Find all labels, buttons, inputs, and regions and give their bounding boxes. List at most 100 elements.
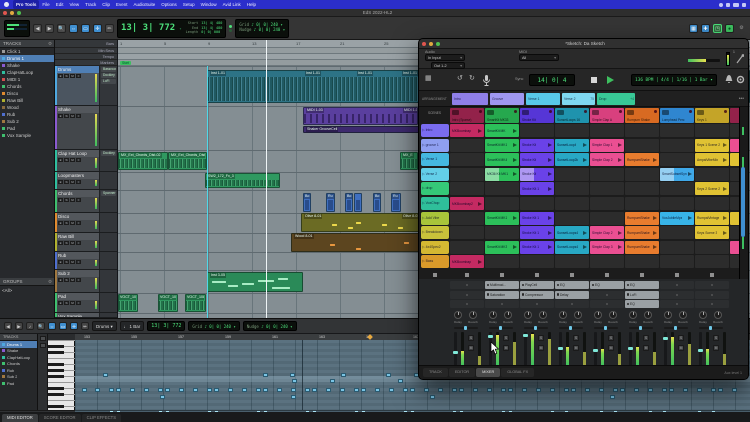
clip-cell-rumpumshake[interactable]: RumpumShake <box>625 241 659 254</box>
midi-note[interactable] <box>242 388 247 392</box>
track-header-clap-hat-loop[interactable]: Clap Hat Loop●SMIDockley <box>55 150 117 172</box>
arrangement-block[interactable]: Groove <box>490 93 524 105</box>
track-solo-button[interactable]: S <box>64 74 69 78</box>
clip-cell-sunsetloops4[interactable]: SunsetLoops4 <box>555 226 589 239</box>
arrangement-block[interactable]: Drop+4 <box>597 93 635 105</box>
grid-cell-empty[interactable] <box>660 197 694 210</box>
track-input-button[interactable]: I <box>76 198 81 202</box>
menu-item-file[interactable]: File <box>39 0 52 9</box>
midi-note[interactable] <box>340 388 345 392</box>
column-stop-button[interactable] <box>640 273 644 277</box>
dock-grid-display[interactable]: Grid ♪ 0| 0| 240 ▾ <box>188 321 239 331</box>
grid-cell-empty[interactable] <box>625 197 659 210</box>
column-record-icon[interactable] <box>724 110 727 113</box>
reverb-knob[interactable] <box>714 311 722 319</box>
grid-cell-empty[interactable] <box>625 255 659 268</box>
midi-note[interactable] <box>522 388 527 392</box>
settings-gear-icon[interactable] <box>736 75 745 84</box>
midi-note[interactable] <box>389 388 394 392</box>
black-key[interactable] <box>48 369 64 372</box>
clip-cell-stroke-kit-1[interactable]: Stroke Kit 1 <box>520 241 554 254</box>
grid-cell-empty[interactable] <box>625 182 659 195</box>
grid-cell-empty[interactable] <box>485 226 519 239</box>
groups-panel-header[interactable]: GROUPS ⚙ <box>0 278 54 286</box>
device-slot-eq[interactable]: EQ <box>625 300 659 308</box>
grid-cell-empty[interactable] <box>695 241 729 254</box>
clip-cell-smartkit-mk4[interactable]: SmartKit MK4 <box>485 153 519 166</box>
device-slot-empty[interactable] <box>695 300 729 308</box>
close-icon[interactable] <box>3 11 7 15</box>
fader-cap[interactable] <box>698 349 703 352</box>
track-mute-button[interactable]: M <box>70 301 75 305</box>
clip-cell-rumpumshake[interactable]: RumpumShake <box>625 212 659 225</box>
delay-knob[interactable] <box>699 311 707 319</box>
delay-knob[interactable] <box>629 311 637 319</box>
track-input-button[interactable]: I <box>76 260 81 264</box>
delay-knob[interactable] <box>489 311 497 319</box>
black-key[interactable] <box>48 387 64 390</box>
track-solo-button[interactable]: S <box>64 301 69 305</box>
grid-cell-empty[interactable] <box>660 226 694 239</box>
scene-button-9[interactable]: ▷4x4Spec2 <box>421 241 449 254</box>
scene-button-7[interactable]: ▷Add Vibe <box>421 212 449 225</box>
clip-sw2-172-fx-3[interactable]: SW2_172_Fx_3 <box>205 173 280 188</box>
volume-fader[interactable] <box>454 332 457 366</box>
menu-item-options[interactable]: Options <box>158 0 180 9</box>
track-record-button[interactable]: ● <box>58 241 63 245</box>
dock-pencil-tool[interactable]: ✏ <box>81 322 89 330</box>
midi-note[interactable] <box>207 388 212 392</box>
clip-cell-mkboombap2[interactable]: MKBoombap2 <box>450 197 484 210</box>
forward-button[interactable]: ▶ <box>45 24 54 33</box>
patch-cable-icon[interactable] <box>736 54 744 64</box>
clip-cell-stroke-kit[interactable]: Stroke Kit <box>520 168 554 181</box>
device-slot-eq[interactable]: EQ <box>555 281 589 289</box>
column-header-8[interactable]: Keys 1 <box>695 108 729 123</box>
clip-cell-simple-clap-3[interactable]: Simple Clap 3 <box>590 241 624 254</box>
menu-item-setup[interactable]: Setup <box>180 0 198 9</box>
grid-cell-empty[interactable] <box>520 124 554 137</box>
midi-note[interactable] <box>438 388 443 392</box>
start-marker[interactable]: Start <box>120 61 131 65</box>
grid-cell-empty[interactable] <box>555 182 589 195</box>
dock-loop-length[interactable]: ♩ 1 Bar <box>120 321 145 331</box>
scene-button-4[interactable]: ▷Verse 2 <box>421 168 449 181</box>
midi-note[interactable] <box>410 388 415 392</box>
dock-tab-midi-editor[interactable]: MIDI EDITOR <box>2 414 38 422</box>
audio-input-select[interactable]: In Input▾ <box>425 54 465 61</box>
device-slot-empty[interactable] <box>590 300 624 308</box>
track-header-raw-bill[interactable]: Raw Bill●SMI <box>55 233 117 252</box>
sidebar-track-rub[interactable]: Rub <box>0 111 54 118</box>
black-key[interactable] <box>48 351 64 354</box>
grid-cell-empty[interactable] <box>660 124 694 137</box>
grid-cell-empty[interactable] <box>590 197 624 210</box>
clip-cell-stroke-kit-1[interactable]: Stroke Kit 1 <box>520 226 554 239</box>
dock-track-selector[interactable]: Drums ▾ <box>92 321 117 331</box>
midi-note[interactable] <box>386 373 391 377</box>
clip-bo[interactable]: Bo <box>373 193 381 212</box>
zoom-icon[interactable] <box>17 11 21 15</box>
solo-button[interactable]: S <box>468 335 474 341</box>
grid-cell-empty[interactable] <box>625 124 659 137</box>
device-slot-playcell[interactable]: PlayCell <box>520 281 554 289</box>
midi-note[interactable] <box>501 388 506 392</box>
track-solo-button[interactable]: S <box>64 278 69 282</box>
arrangement-block[interactable]: Intro <box>452 93 488 105</box>
clip-cell-smartkit-mk3[interactable]: SmartKit MK3 <box>485 241 519 254</box>
sketch-tab-global-fx[interactable]: GLOBAL FX <box>501 368 534 377</box>
sketch-minimize-icon[interactable] <box>429 42 433 46</box>
grid-cell-empty[interactable] <box>555 124 589 137</box>
sidebar-track-claphatloop[interactable]: ClapHatLoop <box>0 69 54 76</box>
tracks-panel-header[interactable]: TRACKS ⚙ <box>0 40 54 48</box>
grabber-tool[interactable]: ✛ <box>93 24 102 33</box>
column-header-3[interactable]: Stroke Kit <box>520 108 554 123</box>
clip-cell-rumpalvintage[interactable]: RumpalVintage <box>695 212 729 225</box>
track-solo-button[interactable]: S <box>64 260 69 264</box>
delay-knob[interactable] <box>664 311 672 319</box>
column-header-4[interactable]: SunsetLoops 16 <box>555 108 589 123</box>
solo-button[interactable]: S <box>678 335 684 341</box>
column-record-icon[interactable] <box>584 110 587 113</box>
track-input-button[interactable]: I <box>76 221 81 225</box>
grid-cell-empty[interactable] <box>450 241 484 254</box>
insert-slot[interactable]: Bassroom <box>101 67 116 72</box>
midi-note[interactable] <box>452 388 457 392</box>
